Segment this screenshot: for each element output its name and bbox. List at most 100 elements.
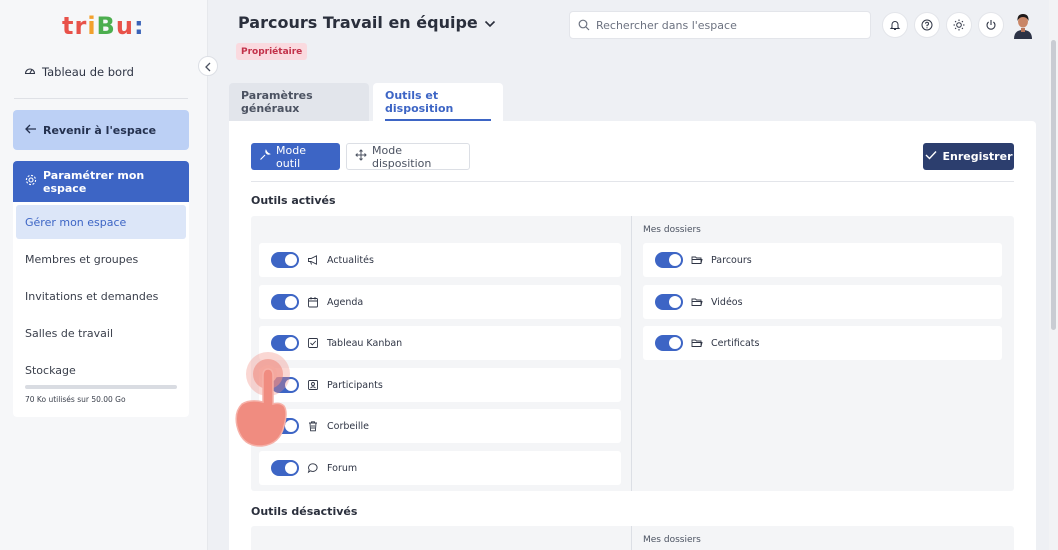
- tab-general-settings[interactable]: Paramètres généraux: [229, 83, 369, 121]
- move-icon: [355, 149, 367, 164]
- help-button[interactable]: [914, 12, 940, 38]
- folder-row-certificats[interactable]: Certificats: [643, 326, 1002, 360]
- column-divider: [631, 526, 632, 550]
- gear-icon: [25, 174, 37, 189]
- space-settings-label: Paramétrer mon espace: [43, 168, 145, 195]
- disabled-tools-title: Outils désactivés: [251, 505, 358, 518]
- my-folders-title: Mes dossiers: [643, 225, 701, 235]
- dashboard-label: Tableau de bord: [42, 64, 134, 79]
- sidebar: triBu: Tableau de bord Revenir à l'espac…: [0, 0, 208, 550]
- sidebar-item-storage[interactable]: Stockage: [16, 353, 186, 387]
- storage-progress-bar: [25, 385, 177, 389]
- logo-part: i: [87, 12, 97, 40]
- space-title-dropdown[interactable]: Parcours Travail en équipe: [238, 13, 496, 32]
- enabled-tools-title: Outils activés: [251, 194, 336, 207]
- tool-row-forum[interactable]: Forum: [259, 451, 621, 485]
- folder-icon: [691, 296, 703, 308]
- sidebar-item-invitations[interactable]: Invitations et demandes: [16, 279, 186, 313]
- folder-icon: [691, 254, 703, 266]
- save-label: Enregistrer: [942, 150, 1013, 163]
- toggle-switch[interactable]: [271, 460, 299, 476]
- toggle-switch[interactable]: [655, 252, 683, 268]
- tool-label: Agenda: [327, 296, 364, 308]
- chevron-left-icon: [204, 57, 212, 76]
- wrench-icon: [259, 149, 271, 164]
- chevron-down-icon: [484, 13, 496, 32]
- search-icon: [578, 16, 590, 35]
- tool-label: Corbeille: [327, 420, 369, 432]
- sidebar-item-label: Membres et groupes: [25, 252, 139, 266]
- check-icon: [925, 150, 937, 163]
- tool-row-corbeille[interactable]: Corbeille: [259, 409, 621, 443]
- logo-part: tr: [62, 12, 88, 40]
- sidebar-item-workrooms[interactable]: Salles de travail: [16, 316, 186, 350]
- logo-part: :: [133, 12, 145, 40]
- back-to-space-button[interactable]: Revenir à l'espace: [13, 110, 189, 150]
- sun-icon: [953, 16, 965, 35]
- dashboard-icon: [24, 64, 36, 79]
- enabled-tools-area: Actualités Agenda Tableau Kanban Partici…: [251, 216, 1014, 491]
- chat-icon: [307, 462, 319, 474]
- back-to-space-label: Revenir à l'espace: [43, 123, 157, 137]
- trash-icon: [307, 420, 319, 432]
- sidebar-item-label: Stockage: [25, 363, 76, 377]
- tool-row-participants[interactable]: Participants: [259, 368, 621, 402]
- toggle-switch[interactable]: [271, 252, 299, 268]
- sidebar-divider: [14, 98, 188, 99]
- folder-icon: [691, 337, 703, 349]
- arrow-left-icon: [25, 124, 37, 137]
- layout-mode-button[interactable]: Mode disposition: [346, 143, 470, 170]
- settings-panel: Mode outil Mode disposition Enregistrer …: [229, 121, 1036, 550]
- search-bar[interactable]: [569, 11, 871, 39]
- column-divider: [631, 216, 632, 491]
- page-title: Parcours Travail en équipe: [238, 13, 478, 32]
- tool-label: Actualités: [327, 254, 374, 266]
- folder-label: Certificats: [711, 337, 760, 349]
- megaphone-icon: [307, 254, 319, 266]
- sidebar-item-label: Salles de travail: [25, 326, 114, 340]
- contact-icon: [307, 379, 319, 391]
- my-folders-title: Mes dossiers: [643, 535, 701, 545]
- tool-mode-button[interactable]: Mode outil: [251, 143, 340, 170]
- sidebar-item-label: Gérer mon espace: [25, 215, 127, 229]
- tool-label: Forum: [327, 462, 358, 474]
- layout-mode-label: Mode disposition: [372, 143, 432, 170]
- scrollbar-thumb[interactable]: [1051, 40, 1056, 330]
- folder-row-videos[interactable]: Vidéos: [643, 285, 1002, 319]
- tab-label: Outils et disposition: [385, 89, 454, 115]
- tool-row-actualites[interactable]: Actualités: [259, 243, 621, 277]
- checkbox-icon: [307, 337, 319, 349]
- disabled-tools-area: Mes dossiers: [251, 526, 1014, 550]
- folder-label: Parcours: [711, 254, 752, 266]
- role-badge: Propriétaire: [236, 43, 308, 60]
- collapse-sidebar-button[interactable]: [198, 56, 218, 76]
- toolbar-divider: [251, 181, 1014, 182]
- logo-part: u: [115, 12, 134, 40]
- sidebar-item-manage-space[interactable]: Gérer mon espace: [16, 205, 186, 239]
- toggle-switch[interactable]: [655, 294, 683, 310]
- storage-usage-text: 70 Ko utilisés sur 50.00 Go: [25, 395, 126, 404]
- folder-row-parcours[interactable]: Parcours: [643, 243, 1002, 277]
- folder-label: Vidéos: [711, 296, 743, 308]
- tool-label: Participants: [327, 379, 383, 391]
- search-input[interactable]: [596, 18, 856, 32]
- tool-mode-label: Mode outil: [276, 143, 306, 170]
- tool-row-agenda[interactable]: Agenda: [259, 285, 621, 319]
- toggle-switch[interactable]: [271, 294, 299, 310]
- avatar[interactable]: [1012, 11, 1034, 39]
- calendar-icon: [307, 296, 319, 308]
- dashboard-link[interactable]: Tableau de bord: [24, 64, 134, 79]
- tool-row-kanban[interactable]: Tableau Kanban: [259, 326, 621, 360]
- tribu-logo[interactable]: triBu:: [62, 12, 145, 40]
- logo-part: B: [96, 12, 116, 40]
- theme-toggle-button[interactable]: [946, 12, 972, 38]
- space-settings-button[interactable]: Paramétrer mon espace: [13, 161, 189, 202]
- logout-button[interactable]: [978, 12, 1004, 38]
- notifications-button[interactable]: [882, 12, 908, 38]
- sidebar-item-label: Invitations et demandes: [25, 289, 159, 303]
- toggle-switch[interactable]: [655, 335, 683, 351]
- tab-tools-layout[interactable]: Outils et disposition: [373, 83, 503, 121]
- sidebar-item-members[interactable]: Membres et groupes: [16, 242, 186, 276]
- power-icon: [985, 16, 997, 35]
- save-button[interactable]: Enregistrer: [923, 143, 1014, 170]
